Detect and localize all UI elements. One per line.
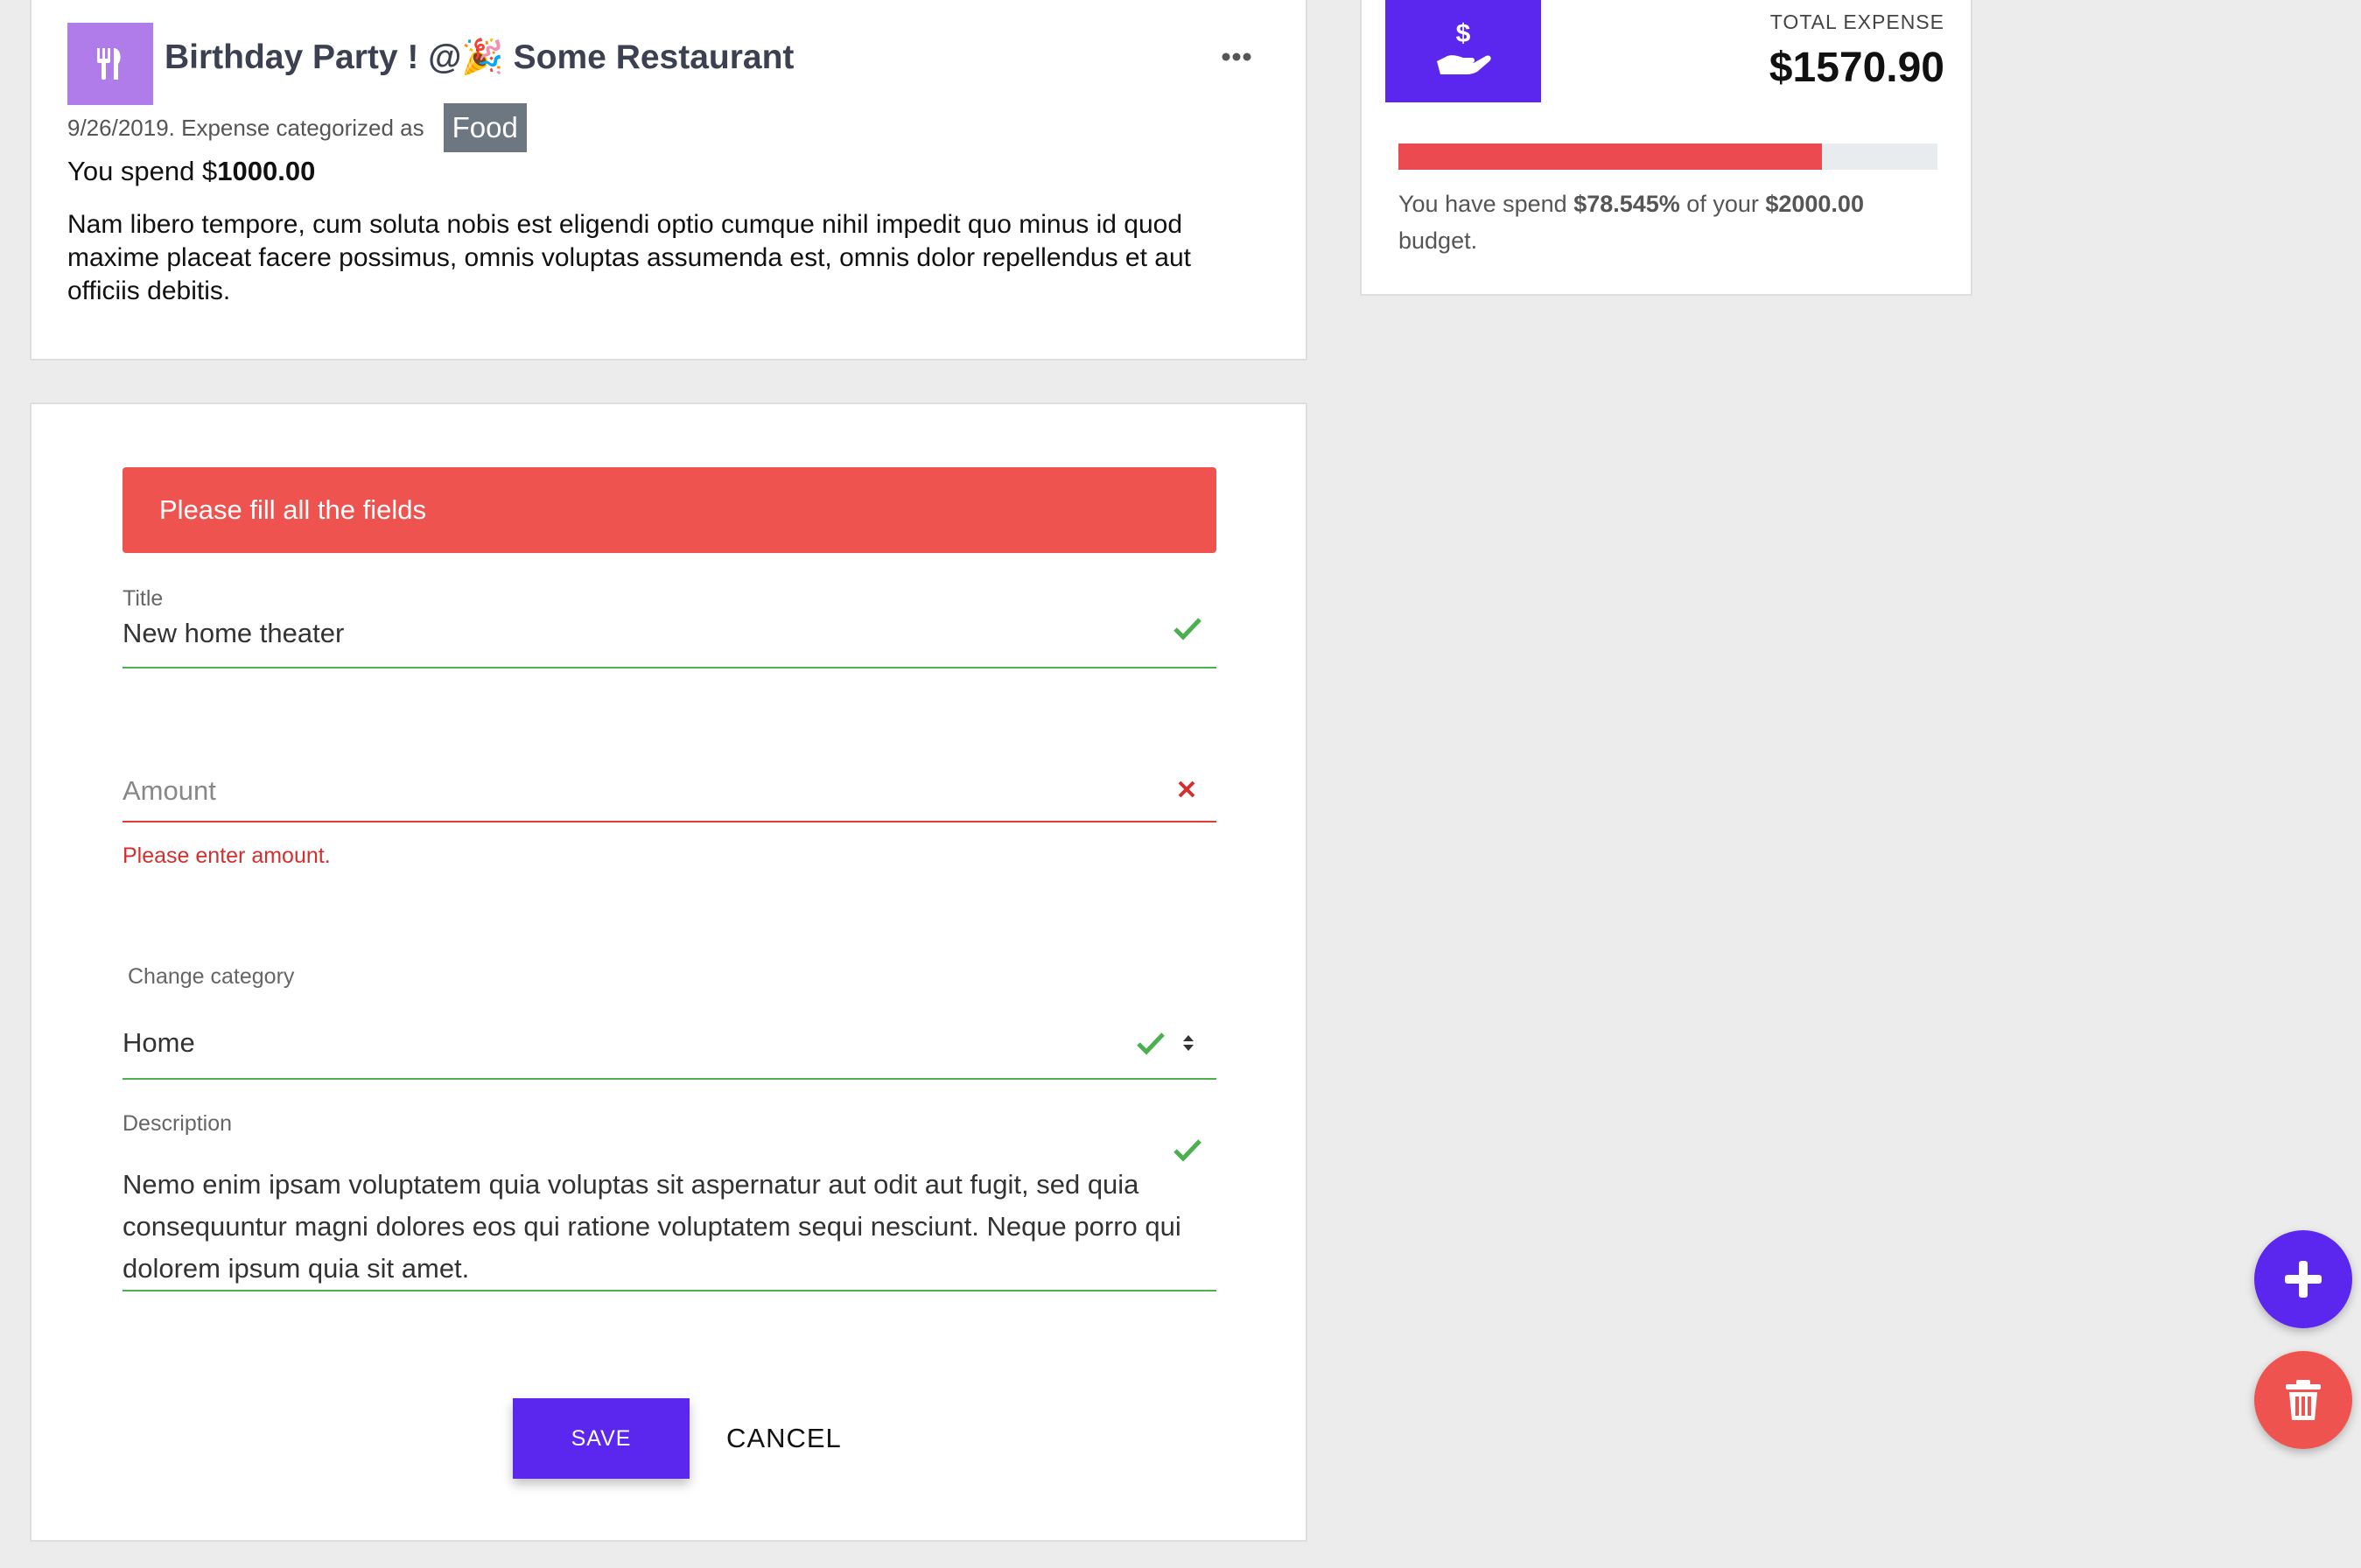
description-textarea[interactable]: Nemo enim ipsam voluptatem quia voluptas… [123,1164,1216,1290]
check-icon [1173,616,1202,640]
category-label: Change category [128,964,295,989]
close-icon [1176,779,1197,800]
budget-progress-bar [1398,144,1937,170]
hand-dollar-icon: $ [1385,0,1541,102]
cancel-button[interactable]: CANCEL [726,1398,842,1479]
title-label: Title [123,586,164,611]
error-alert: Please fill all the fields [123,467,1216,553]
fork-knife-icon [67,23,153,105]
category-select[interactable]: Home [123,1027,195,1059]
budget-suffix: budget. [1398,228,1478,254]
budget-percent: $78.545% [1573,191,1680,217]
total-expense-card: $ TOTAL EXPENSE $1570.90 You have spend … [1360,0,1972,296]
trash-icon [2286,1380,2321,1420]
spend-prefix: You spend $ [67,156,218,186]
budget-text: You have spend $78.545% of your $2000.00… [1398,186,1941,259]
total-expense-label: TOTAL EXPENSE [1769,10,1944,33]
category-badge: Food [443,103,527,152]
budget-mid: of your [1679,191,1766,217]
budget-prefix: You have spend [1398,191,1574,217]
amount-underline [123,821,1216,822]
plus-icon [2285,1261,2322,1298]
budget-progress-fill [1398,144,1822,170]
delete-expense-button[interactable] [2254,1351,2352,1449]
expense-date-text: 9/26/2019. Expense categorized as [67,114,424,141]
check-icon [1136,1031,1166,1055]
spend-line: You spend $1000.00 [67,156,315,187]
amount-input[interactable]: Amount [123,775,216,807]
description-underline [123,1290,1216,1292]
category-underline [123,1078,1216,1080]
description-label: Description [123,1111,233,1136]
svg-text:$: $ [1456,19,1471,48]
amount-error: Please enter amount. [123,844,331,868]
budget-amount: $2000.00 [1765,191,1864,217]
edit-expense-form: Please fill all the fields Title New hom… [30,402,1307,1542]
title-underline [123,667,1216,668]
expense-title: Birthday Party ! @🎉 Some Restaurant [165,38,795,76]
select-arrows-icon[interactable] [1181,1032,1195,1054]
save-button[interactable]: SAVE [513,1398,690,1479]
expense-meta: 9/26/2019. Expense categorized as Food [67,103,527,152]
spend-amount: 1000.00 [217,156,316,186]
total-expense-amount: $1570.90 [1769,45,1944,91]
expense-card: Birthday Party ! @🎉 Some Restaurant 9/26… [30,0,1307,360]
check-icon [1173,1138,1202,1162]
title-input[interactable]: New home theater [123,618,344,649]
ellipsis-icon[interactable] [1222,51,1251,63]
add-expense-button[interactable] [2254,1230,2352,1328]
expense-description: Nam libero tempore, cum soluta nobis est… [67,210,1191,305]
